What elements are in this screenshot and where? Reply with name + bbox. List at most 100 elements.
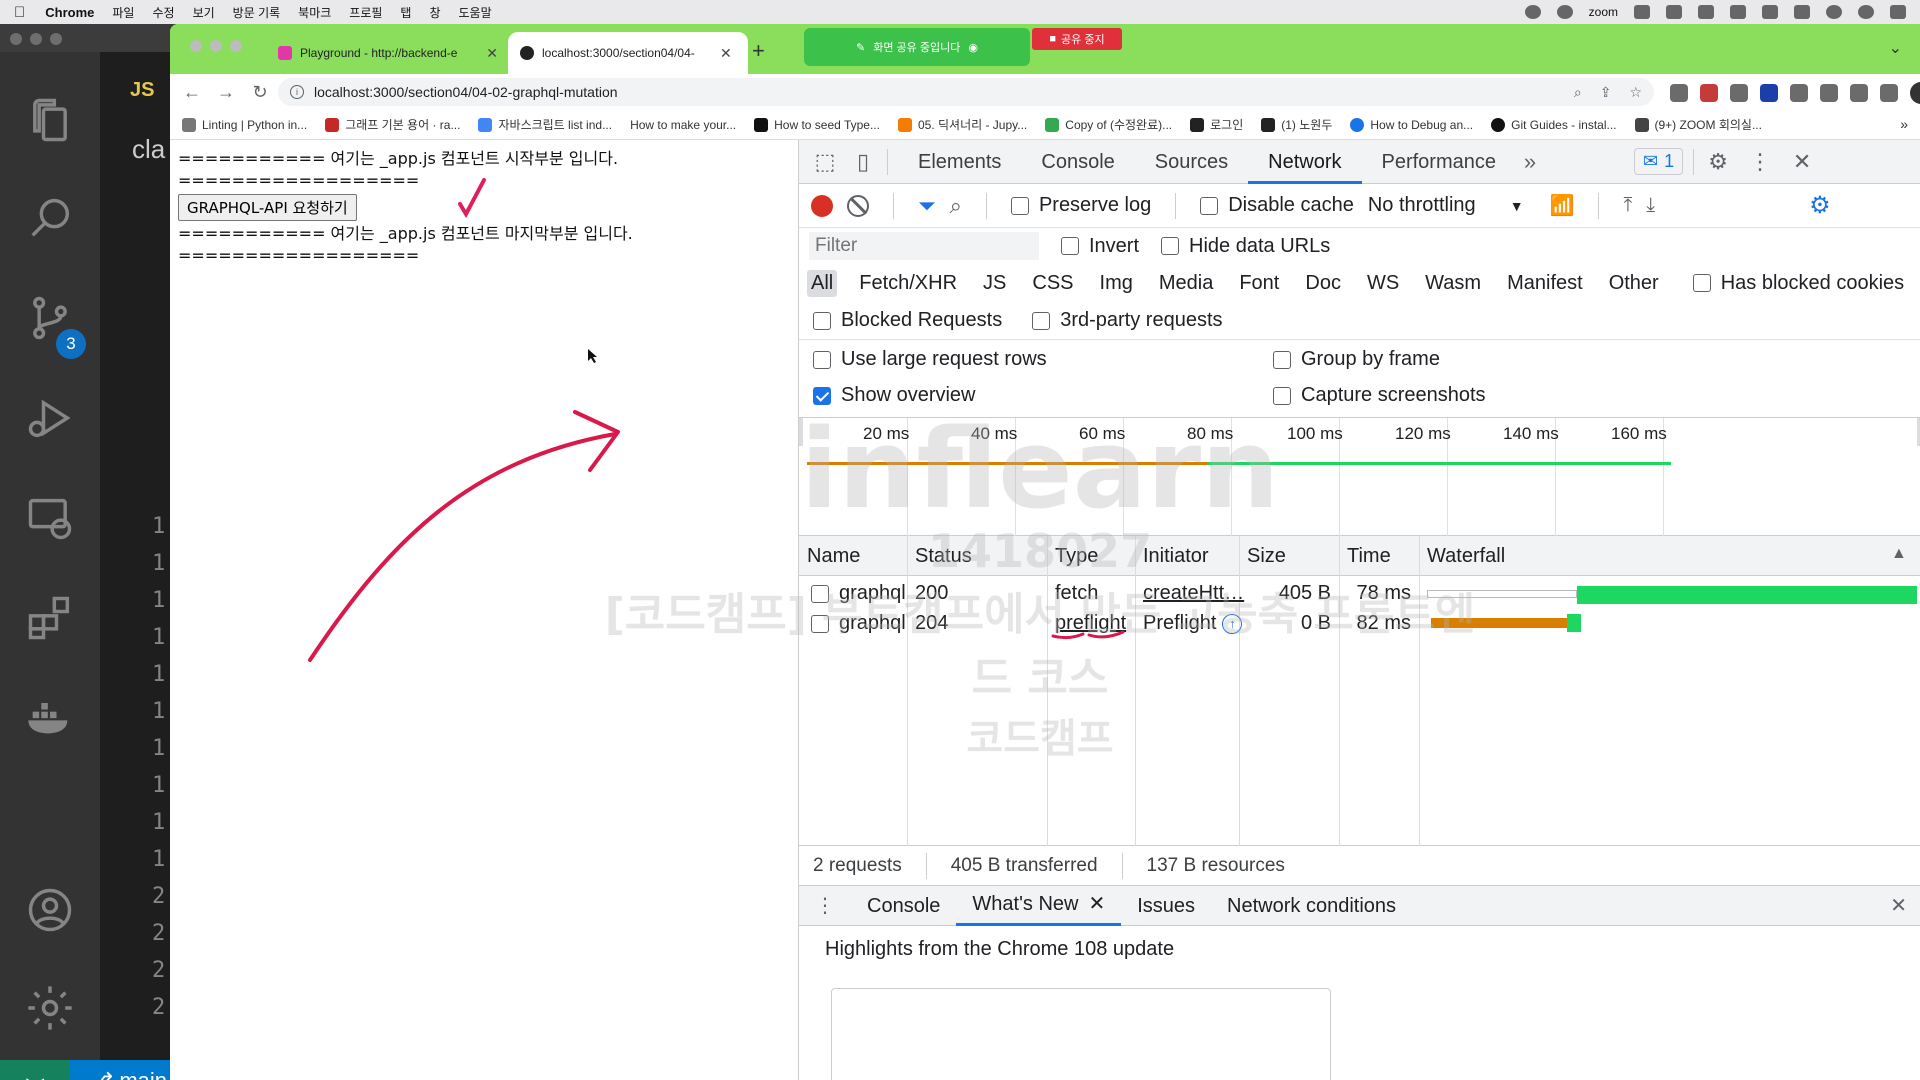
red-extension-icon[interactable] <box>1700 84 1718 102</box>
table-row[interactable]: graphql 200 fetch createHtt… 405 B 78 ms <box>799 578 1920 608</box>
bookmark-item[interactable]: How to make your... <box>630 118 736 132</box>
close-window-icon[interactable] <box>190 40 202 52</box>
network-conditions-icon[interactable]: 📶 <box>1550 193 1575 218</box>
run-debug-icon[interactable] <box>22 390 78 446</box>
close-tab-icon[interactable]: ✕ <box>720 45 732 62</box>
bookmark-item[interactable]: How to Debug an... <box>1350 117 1473 132</box>
record-button[interactable] <box>811 194 833 217</box>
minimize-window-icon[interactable] <box>30 33 42 45</box>
accounts-icon[interactable] <box>22 882 78 938</box>
cloud-icon[interactable] <box>1666 5 1682 19</box>
bookmarks-overflow-icon[interactable]: » <box>1900 116 1908 132</box>
remote-explorer-icon[interactable] <box>22 490 78 546</box>
reload-icon[interactable]: ↻ <box>250 82 270 103</box>
search-icon[interactable]: ⌕ <box>950 193 962 219</box>
blue-extension-icon[interactable] <box>1760 84 1778 102</box>
type-filter-media[interactable]: Media <box>1155 270 1217 297</box>
calendar-extension-icon[interactable] <box>1790 84 1808 102</box>
large-rows-checkbox[interactable]: Use large request rows <box>813 348 1047 371</box>
sync-status-icon[interactable] <box>1556 5 1573 19</box>
window-icon[interactable] <box>1634 5 1650 19</box>
checkbox-box[interactable] <box>813 311 831 330</box>
group-by-frame-checkbox[interactable]: Group by frame <box>1273 348 1440 371</box>
menu-window[interactable]: 창 <box>429 4 440 21</box>
type-filter-manifest[interactable]: Manifest <box>1503 270 1587 297</box>
spotlight-icon[interactable] <box>1858 5 1874 19</box>
battery-icon[interactable] <box>1794 5 1810 19</box>
type-filter-wasm[interactable]: Wasm <box>1421 270 1485 297</box>
tab-localhost[interactable]: localhost:3000/section04/04- ✕ <box>508 32 748 74</box>
kebab-menu-icon[interactable]: ⋮ <box>1746 148 1774 176</box>
checkbox-box[interactable] <box>1061 237 1079 255</box>
type-filter-all[interactable]: All <box>807 269 838 297</box>
puzzle-extensions-icon[interactable] <box>1850 84 1868 102</box>
issues-counter-button[interactable]: ✉ 1 <box>1634 148 1684 175</box>
hide-data-urls-checkbox[interactable]: Hide data URLs <box>1161 235 1330 258</box>
invert-checkbox[interactable]: Invert <box>1061 235 1139 258</box>
close-window-icon[interactable] <box>10 33 22 45</box>
forward-arrow-icon[interactable]: → <box>216 82 236 103</box>
column-header-type[interactable]: Type <box>1055 545 1098 568</box>
column-header-time[interactable]: Time <box>1347 545 1391 568</box>
tab-console[interactable]: Console <box>1021 140 1134 184</box>
menu-tab[interactable]: 탭 <box>400 4 411 21</box>
menu-file[interactable]: 파일 <box>112 4 134 21</box>
checkbox-box[interactable] <box>1200 196 1219 215</box>
stop-sharing-button[interactable]: ■ 공유 중지 <box>1032 28 1122 50</box>
type-filter-img[interactable]: Img <box>1096 270 1137 297</box>
wifi-icon[interactable] <box>1826 5 1842 19</box>
checkbox-box[interactable] <box>1161 237 1180 255</box>
type-filter-ws[interactable]: WS <box>1363 270 1403 297</box>
network-overview-timeline[interactable]: 20 ms 40 ms 60 ms 80 ms 100 ms 120 ms 14… <box>799 418 1920 536</box>
apple-menu-icon[interactable]:  <box>14 4 25 21</box>
close-drawer-icon[interactable]: ✕ <box>1890 893 1920 918</box>
sort-ascending-icon[interactable]: ▲ <box>1891 545 1907 563</box>
overview-left-handle[interactable] <box>799 418 803 446</box>
zoom-icon[interactable]: ⌕ <box>1574 84 1582 101</box>
whats-new-card[interactable] <box>831 988 1331 1080</box>
menu-history[interactable]: 방문 기록 <box>233 4 281 21</box>
column-header-size[interactable]: Size <box>1247 545 1286 568</box>
blocked-requests-checkbox[interactable]: Blocked Requests <box>813 309 1002 332</box>
checkbox-box[interactable] <box>1010 196 1029 215</box>
filter-input[interactable] <box>809 232 1039 260</box>
search-icon[interactable] <box>22 190 78 246</box>
column-header-name[interactable]: Name <box>807 545 860 568</box>
has-blocked-cookies-checkbox[interactable]: Has blocked cookies <box>1692 272 1904 295</box>
address-bar[interactable]: i localhost:3000/section04/04-02-graphql… <box>278 78 1654 106</box>
close-devtools-icon[interactable]: ✕ <box>1788 148 1816 176</box>
request-initiator-link[interactable]: createHtt… <box>1143 582 1244 605</box>
tab-performance[interactable]: Performance <box>1362 140 1517 184</box>
tab-search-chevron-icon[interactable]: ⌄ <box>1889 38 1902 58</box>
drawer-tab-console[interactable]: Console <box>851 886 956 926</box>
column-header-waterfall[interactable]: Waterfall <box>1427 545 1505 568</box>
remote-indicator-icon[interactable]: ⪥ <box>0 1060 70 1080</box>
screenshot-icon[interactable] <box>1698 5 1714 19</box>
site-info-icon[interactable]: i <box>290 85 304 99</box>
side-panel-icon[interactable] <box>1880 84 1898 102</box>
explorer-icon[interactable] <box>22 92 78 148</box>
grid-icon[interactable] <box>1730 5 1746 19</box>
menu-bookmarks[interactable]: 북마크 <box>298 4 331 21</box>
type-filter-js[interactable]: JS <box>979 270 1010 297</box>
column-header-initiator[interactable]: Initiator <box>1143 545 1209 568</box>
menu-edit[interactable]: 수정 <box>152 4 174 21</box>
zoom-window-icon[interactable] <box>50 33 62 45</box>
url-text[interactable]: localhost:3000/section04/04-02-graphql-m… <box>314 84 618 100</box>
checkbox-box[interactable] <box>813 350 831 369</box>
preserve-log-checkbox[interactable]: Preserve log <box>1010 194 1151 217</box>
docker-icon[interactable] <box>22 688 78 744</box>
disable-cache-checkbox[interactable]: Disable cache <box>1200 194 1354 217</box>
bookmark-item[interactable]: How to seed Type... <box>754 117 880 132</box>
device-toolbar-icon[interactable]: ▯ <box>849 148 877 176</box>
bookmark-star-icon[interactable]: ☆ <box>1629 84 1642 101</box>
tab-sources[interactable]: Sources <box>1135 140 1248 184</box>
clear-log-icon[interactable] <box>847 194 869 217</box>
control-center-icon[interactable] <box>1890 5 1906 19</box>
zoom-status-label[interactable]: zoom <box>1589 5 1618 19</box>
type-filter-css[interactable]: CSS <box>1028 270 1077 297</box>
translate-extension-icon[interactable] <box>1730 84 1748 102</box>
close-tab-icon[interactable]: ✕ <box>486 45 498 62</box>
network-settings-gear-icon[interactable]: ⚙ <box>1809 191 1831 220</box>
inspect-element-icon[interactable]: ⬚ <box>811 148 839 176</box>
